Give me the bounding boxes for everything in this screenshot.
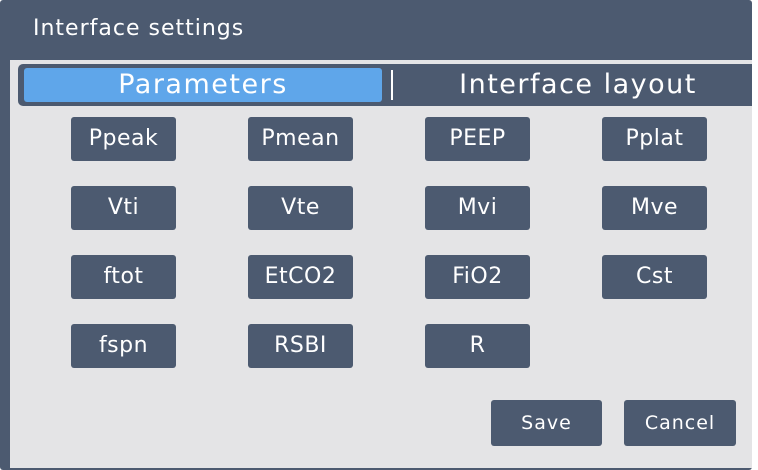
param-button-rsbi[interactable]: RSBI: [248, 324, 353, 368]
param-button-ppeak[interactable]: Ppeak: [71, 117, 176, 161]
tab-divider: [391, 70, 393, 100]
selection-tick: [526, 125, 528, 133]
param-button-vte[interactable]: Vte: [248, 186, 353, 230]
save-button[interactable]: Save: [491, 400, 602, 446]
param-button-fio2[interactable]: FiO2: [425, 255, 530, 299]
param-button-mvi[interactable]: Mvi: [425, 186, 530, 230]
tab-parameters[interactable]: Parameters: [24, 68, 382, 102]
tab-bar: Parameters Interface layout: [18, 64, 752, 106]
param-button-r[interactable]: R: [425, 324, 530, 368]
tab-interface-layout[interactable]: Interface layout: [408, 68, 748, 102]
dialog-title: Interface settings: [33, 16, 245, 41]
param-button-etco2[interactable]: EtCO2: [248, 255, 353, 299]
cancel-button[interactable]: Cancel: [624, 400, 736, 446]
param-button-pplat[interactable]: Pplat: [602, 117, 707, 161]
param-button-ftot[interactable]: ftot: [71, 255, 176, 299]
param-button-cst[interactable]: Cst: [602, 255, 707, 299]
param-button-vti[interactable]: Vti: [71, 186, 176, 230]
param-button-peep[interactable]: PEEP: [425, 117, 530, 161]
param-button-pmean[interactable]: Pmean: [248, 117, 353, 161]
param-button-fspn[interactable]: fspn: [71, 324, 176, 368]
param-button-mve[interactable]: Mve: [602, 186, 707, 230]
